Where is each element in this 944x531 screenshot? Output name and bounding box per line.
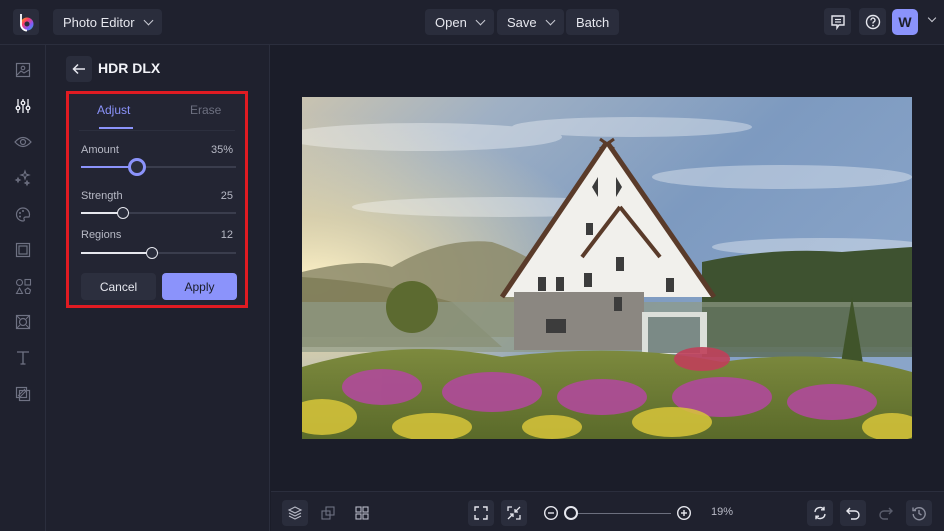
sidebar-item-overlays[interactable] [13, 312, 33, 332]
text-icon [17, 351, 29, 365]
bottom-toolbar: 19% [271, 491, 944, 531]
batch-label: Batch [576, 14, 610, 30]
adjust-card: Adjust Erase Amount 35% Strength 25 Regi… [66, 91, 248, 308]
canvas-area [271, 45, 944, 491]
zoom-out-icon [543, 505, 559, 521]
strength-label: Strength [81, 190, 123, 202]
overlay-icon [15, 314, 31, 330]
zoom-in-icon [676, 505, 692, 521]
reset-icon [814, 506, 826, 520]
help-button[interactable] [859, 8, 886, 35]
zoom-percentage: 19% [711, 506, 734, 518]
amount-slider[interactable] [81, 158, 236, 176]
strength-slider[interactable] [81, 207, 236, 219]
grid-icon [355, 506, 369, 520]
regions-slider[interactable] [81, 247, 236, 259]
sidebar-item-frames[interactable] [13, 240, 33, 260]
zoom-slider[interactable] [571, 513, 671, 514]
palette-icon [15, 206, 30, 222]
layers-icon [287, 506, 303, 520]
hdr-dlx-panel: HDR DLX Adjust Erase Amount 35% Strength… [46, 45, 270, 531]
grid-button[interactable] [349, 500, 375, 526]
resize-button[interactable] [315, 500, 341, 526]
zoom-out-button[interactable] [538, 500, 564, 526]
open-button[interactable]: Open [425, 9, 494, 35]
left-toolbar [0, 45, 46, 531]
comments-button[interactable] [824, 8, 851, 35]
app-switcher-button[interactable]: Photo Editor [53, 9, 162, 35]
photo-canvas[interactable] [302, 97, 912, 439]
amount-value: 35% [210, 144, 233, 156]
fit-screen-button[interactable] [468, 500, 494, 526]
undo-button[interactable] [840, 500, 866, 526]
apply-button[interactable]: Apply [162, 273, 237, 300]
actual-size-icon [507, 506, 521, 520]
amount-slider-knob[interactable] [127, 158, 146, 176]
cancel-button[interactable]: Cancel [81, 273, 156, 300]
strength-slider-knob[interactable] [116, 207, 129, 219]
tab-erase[interactable]: Erase [190, 103, 221, 117]
fit-screen-icon [474, 506, 488, 520]
sliders-icon [15, 99, 31, 113]
sidebar-item-text[interactable] [13, 348, 33, 368]
sparkles-icon [14, 169, 31, 187]
sidebar-item-image-manager[interactable] [13, 60, 33, 80]
shapes-icon [15, 278, 31, 294]
reset-button[interactable] [807, 500, 833, 526]
arrow-left-icon [72, 63, 85, 75]
tab-divider [79, 130, 235, 131]
app-switcher-label: Photo Editor [63, 14, 135, 30]
help-icon [865, 14, 880, 29]
zoom-in-button[interactable] [671, 500, 697, 526]
eye-icon [14, 136, 32, 148]
save-button[interactable]: Save [497, 9, 564, 35]
sidebar-item-textures[interactable] [13, 384, 33, 404]
user-avatar[interactable]: W [892, 9, 918, 35]
back-button[interactable] [66, 56, 92, 82]
active-tab-indicator [99, 127, 133, 129]
history-button[interactable] [906, 500, 932, 526]
comment-icon [830, 14, 845, 30]
photo-image [302, 97, 912, 439]
regions-slider-fill [81, 252, 153, 254]
chevron-down-icon [545, 15, 556, 25]
panel-title: HDR DLX [98, 60, 161, 76]
textures-icon [15, 386, 31, 402]
top-bar: Photo Editor Open Save Batch W [0, 0, 944, 45]
tab-adjust[interactable]: Adjust [97, 103, 130, 117]
app-logo[interactable] [13, 9, 39, 35]
redo-button[interactable] [873, 500, 899, 526]
chevron-down-icon [475, 15, 486, 25]
frame-icon [15, 242, 31, 258]
regions-slider-knob[interactable] [146, 247, 159, 259]
sidebar-item-edit[interactable] [13, 96, 33, 116]
undo-icon [846, 507, 860, 520]
zoom-slider-knob[interactable] [564, 506, 578, 520]
redo-icon [879, 507, 893, 520]
chevron-down-icon [143, 15, 153, 25]
image-icon [15, 62, 31, 78]
regions-value: 12 [220, 229, 233, 241]
batch-button[interactable]: Batch [566, 9, 620, 35]
amount-label: Amount [81, 144, 119, 156]
sidebar-item-touch-up[interactable] [13, 132, 33, 152]
resize-icon [321, 506, 335, 520]
save-label: Save [507, 14, 537, 30]
history-icon [912, 507, 926, 521]
open-label: Open [435, 14, 467, 30]
sidebar-item-graphics[interactable] [13, 276, 33, 296]
actual-size-button[interactable] [501, 500, 527, 526]
strength-value: 25 [220, 190, 233, 202]
befunky-logo-icon [20, 14, 34, 32]
layers-button[interactable] [282, 500, 308, 526]
regions-label: Regions [81, 229, 122, 241]
sidebar-item-artsy[interactable] [13, 204, 33, 224]
sidebar-item-effects[interactable] [13, 168, 33, 188]
account-menu-chevron-icon[interactable] [927, 13, 937, 23]
avatar-initial: W [898, 14, 912, 30]
